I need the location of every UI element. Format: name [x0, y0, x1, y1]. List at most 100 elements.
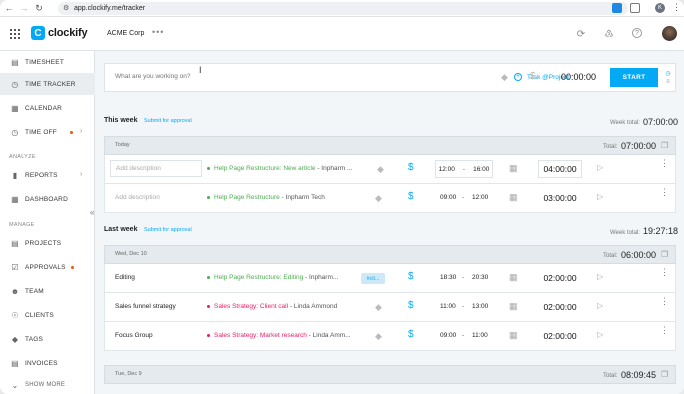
- timer-mode-toggle[interactable]: ◷ ≡: [664, 70, 672, 86]
- more-horizontal-icon[interactable]: •••: [152, 27, 164, 37]
- manual-mode-icon[interactable]: ≡: [664, 78, 672, 86]
- clients-icon: ☉: [11, 310, 19, 320]
- client-name: Linda Amm...: [312, 332, 351, 339]
- end-time[interactable]: 11:00: [472, 332, 488, 339]
- sidebar-item-time-tracker[interactable]: ◷ TIME TRACKER: [0, 73, 95, 95]
- end-time[interactable]: 12:00: [472, 194, 488, 201]
- section-manage: MANAGE: [9, 222, 35, 228]
- profile-avatar[interactable]: K: [655, 3, 665, 13]
- project-label[interactable]: Sales Strategy: Market research - Linda …: [207, 332, 359, 339]
- user-avatar[interactable]: [662, 26, 677, 41]
- project-label[interactable]: Help Page Restructure - Inpharm Tech: [207, 194, 359, 201]
- sidebar-item-reports[interactable]: ▮ REPORTS ›: [0, 164, 95, 186]
- play-icon[interactable]: ▷: [597, 301, 603, 310]
- billable-dollar-icon[interactable]: $: [530, 71, 536, 82]
- sidebar-item-dashboard[interactable]: ▦ DASHBOARD: [0, 188, 95, 210]
- description-field[interactable]: Sales funnel strategy: [115, 303, 176, 310]
- more-vertical-icon[interactable]: ⋮: [660, 297, 669, 306]
- billable-dollar-icon[interactable]: $: [408, 300, 414, 311]
- start-time[interactable]: 11:00: [440, 303, 456, 310]
- calendar-icon[interactable]: ▦: [509, 272, 518, 283]
- start-time[interactable]: 09:00: [440, 194, 456, 201]
- window: ← → ↻ ⚙ app.clockify.me/tracker ☆ K ⋮ C …: [0, 0, 684, 394]
- play-icon[interactable]: ▷: [597, 330, 603, 339]
- apps-grid-icon[interactable]: [10, 29, 20, 39]
- end-time[interactable]: 13:00: [472, 303, 488, 310]
- collapse-sidebar-icon[interactable]: «: [90, 208, 94, 217]
- duration[interactable]: 02:00:00: [538, 269, 582, 287]
- workspace-name[interactable]: ACME Corp: [107, 30, 144, 37]
- rocket-icon[interactable]: ⟳: [575, 28, 587, 40]
- project-label[interactable]: Help Page Restructure: Editing - Inpharm…: [207, 274, 359, 281]
- billable-dollar-icon[interactable]: $: [408, 191, 414, 202]
- description-input[interactable]: [115, 73, 315, 80]
- tag-icon[interactable]: ◆: [377, 164, 384, 175]
- project-label[interactable]: Sales Strategy: Client call - Linda Ammo…: [207, 303, 359, 310]
- extension-icon[interactable]: [612, 3, 622, 13]
- duration[interactable]: 02:00:00: [538, 298, 582, 316]
- description-field[interactable]: Focus Group: [115, 332, 153, 339]
- description-field[interactable]: Editing: [115, 274, 135, 281]
- tag-icon[interactable]: ◆: [375, 193, 382, 204]
- sidebar-item-label: TIME OFF: [25, 128, 57, 136]
- play-icon[interactable]: ▷: [597, 192, 603, 201]
- clock-mode-icon[interactable]: ◷: [664, 70, 672, 78]
- submit-approval-link[interactable]: Submit for approval: [144, 227, 192, 233]
- end-time[interactable]: 16:00: [473, 166, 489, 173]
- copy-icon[interactable]: ❐: [661, 141, 668, 150]
- time-dash: -: [462, 303, 465, 310]
- billable-dollar-icon[interactable]: $: [408, 162, 414, 173]
- sidebar-item-timesheet[interactable]: ▤ TIMESHEET: [0, 51, 95, 73]
- back-arrow-icon[interactable]: ←: [3, 2, 15, 14]
- calendar-icon[interactable]: ▦: [509, 301, 518, 312]
- duration[interactable]: 04:00:00: [538, 160, 582, 178]
- app-logo[interactable]: C clockify: [31, 26, 88, 40]
- description-field[interactable]: Add description: [115, 194, 160, 201]
- more-vertical-icon[interactable]: ⋮: [660, 159, 669, 168]
- start-time[interactable]: 18:30: [440, 274, 456, 281]
- tag-icon[interactable]: ◆: [501, 72, 508, 83]
- forward-arrow-icon[interactable]: →: [18, 2, 30, 14]
- help-icon[interactable]: ?: [632, 28, 642, 38]
- description-field[interactable]: Add description: [110, 160, 202, 177]
- calendar-icon[interactable]: ▦: [509, 192, 518, 203]
- show-more-toggle[interactable]: ⌄ SHOW MORE: [0, 376, 95, 394]
- start-time[interactable]: 09:00: [440, 332, 456, 339]
- sidebar-item-clients[interactable]: ☉ CLIENTS: [0, 304, 95, 326]
- sidebar-item-team[interactable]: ☻ TEAM: [0, 280, 95, 302]
- play-icon[interactable]: ▷: [597, 272, 603, 281]
- browser-menu-icon[interactable]: ⋮: [672, 2, 681, 13]
- sidebar-item-invoices[interactable]: ▤ INVOICES: [0, 352, 95, 374]
- tag-badge[interactable]: #cli...: [361, 273, 385, 284]
- submit-approval-link[interactable]: Submit for approval: [144, 118, 192, 124]
- play-icon[interactable]: ▷: [597, 163, 603, 172]
- address-bar[interactable]: ⚙ app.clockify.me/tracker ☆: [58, 2, 628, 15]
- copy-icon[interactable]: ❐: [661, 250, 668, 259]
- sidebar-item-calendar[interactable]: ▦ CALENDAR: [0, 97, 95, 119]
- more-vertical-icon[interactable]: ⋮: [660, 188, 669, 197]
- reload-icon[interactable]: ↻: [33, 2, 45, 14]
- sidebar-item-approvals[interactable]: ☑ APPROVALS: [0, 256, 95, 278]
- tag-icon[interactable]: ◆: [375, 302, 382, 313]
- end-time[interactable]: 20:30: [472, 274, 488, 281]
- calendar-icon[interactable]: ▦: [509, 163, 518, 174]
- duration[interactable]: 03:00:00: [538, 189, 582, 207]
- calendar-icon[interactable]: ▦: [509, 330, 518, 341]
- copy-icon[interactable]: ❐: [661, 370, 668, 379]
- tag-icon[interactable]: ◆: [375, 331, 382, 342]
- sidebar-item-time-off[interactable]: ◷ TIME OFF ›: [0, 121, 95, 143]
- sidebar-item-tags[interactable]: ◆ TAGS: [0, 328, 95, 350]
- duration[interactable]: 02:00:00: [538, 327, 582, 345]
- sidebar-item-projects[interactable]: ▤ PROJECTS: [0, 232, 95, 254]
- project-label[interactable]: Help Page Restructure: New article - Inp…: [207, 165, 359, 172]
- site-settings-icon[interactable]: ⚙: [63, 4, 69, 12]
- more-vertical-icon[interactable]: ⋮: [660, 268, 669, 277]
- start-button[interactable]: START: [610, 68, 658, 87]
- start-time[interactable]: 12:00: [439, 166, 455, 173]
- day-label: Wed, Dec 10: [115, 251, 147, 257]
- bell-icon[interactable]: ♳: [603, 28, 615, 40]
- more-vertical-icon[interactable]: ⋮: [660, 326, 669, 335]
- billable-dollar-icon[interactable]: $: [408, 271, 414, 282]
- puzzle-icon[interactable]: [630, 3, 640, 13]
- billable-dollar-icon[interactable]: $: [408, 329, 414, 340]
